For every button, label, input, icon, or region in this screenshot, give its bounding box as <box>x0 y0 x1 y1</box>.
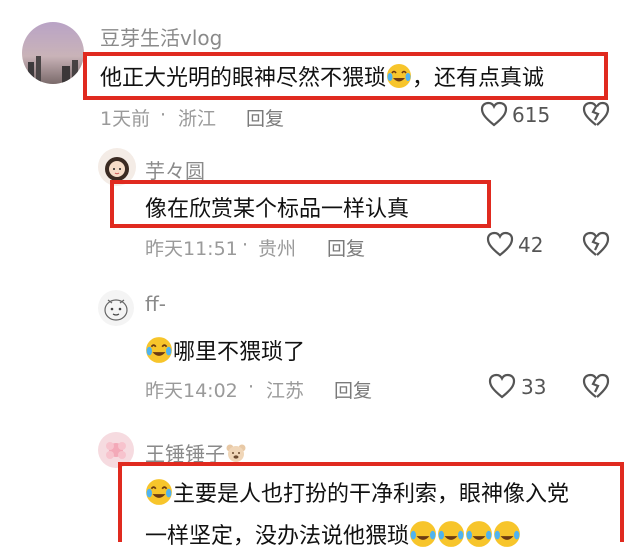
meta-separator: · <box>242 234 249 256</box>
meta-separator: · <box>248 376 255 398</box>
comment-time: 1天前 <box>100 108 151 130</box>
avatar[interactable] <box>98 290 134 326</box>
broken-heart-dislike-icon[interactable] <box>582 231 610 261</box>
broken-heart-dislike-icon[interactable] <box>582 101 610 131</box>
comment-username[interactable]: 豆芽生活vlog <box>100 22 222 51</box>
comment-text-main: 主要是人也打扮的干净利索，眼神像入党 <box>173 482 570 507</box>
sketch-face-avatar-image <box>104 299 128 321</box>
laughing-crying-emoji <box>465 520 493 554</box>
comment-text: 他正大光明的眼神尽然不猥琐 ，还有点真诚 <box>100 60 544 95</box>
avatar[interactable] <box>22 22 84 84</box>
comment-time: 昨天14:02 <box>145 380 238 402</box>
comment-location: 贵州 <box>258 238 297 260</box>
comment-time: 昨天11:51 <box>145 238 238 260</box>
like-heart-icon[interactable] <box>480 101 508 131</box>
sunset-photo-avatar-image <box>22 22 84 84</box>
comment-text-line2: 一样坚定，没办法说他猥琐 <box>145 518 521 554</box>
like-count: 42 <box>518 233 544 257</box>
laughing-crying-emoji <box>386 63 412 95</box>
laughing-crying-emoji <box>145 478 173 512</box>
reply-button[interactable]: 回复 <box>334 376 372 403</box>
comment-location: 江苏 <box>266 380 305 402</box>
like-heart-icon[interactable] <box>488 373 516 403</box>
reply-button[interactable]: 回复 <box>246 104 284 131</box>
comment-text-tail: ，还有点真诚 <box>412 66 545 91</box>
laughing-crying-emoji <box>409 520 437 554</box>
comment-text-main: 他正大光明的眼神尽然不猥琐 <box>100 66 387 91</box>
reply-button[interactable]: 回复 <box>327 234 365 261</box>
like-count: 615 <box>512 103 551 127</box>
laughing-crying-emoji <box>145 336 173 370</box>
comment-username[interactable]: ff- <box>145 292 166 316</box>
broken-heart-dislike-icon[interactable] <box>582 373 610 403</box>
comment-text: 像在欣赏某个标品一样认真 <box>145 197 410 222</box>
comment-text: 哪里不猥琐了 <box>145 334 305 370</box>
comment-location: 浙江 <box>178 108 217 130</box>
laughing-crying-emoji <box>437 520 465 554</box>
comment-text-main: 哪里不猥琐了 <box>173 340 306 365</box>
laughing-crying-emoji <box>493 520 521 554</box>
comment-text-line1: 主要是人也打扮的干净利索，眼神像入党 <box>145 476 569 512</box>
like-count: 33 <box>521 375 547 399</box>
like-heart-icon[interactable] <box>486 231 514 261</box>
comment-text-main: 一样坚定，没办法说他猥琐 <box>145 524 410 549</box>
meta-separator: · <box>160 104 167 126</box>
